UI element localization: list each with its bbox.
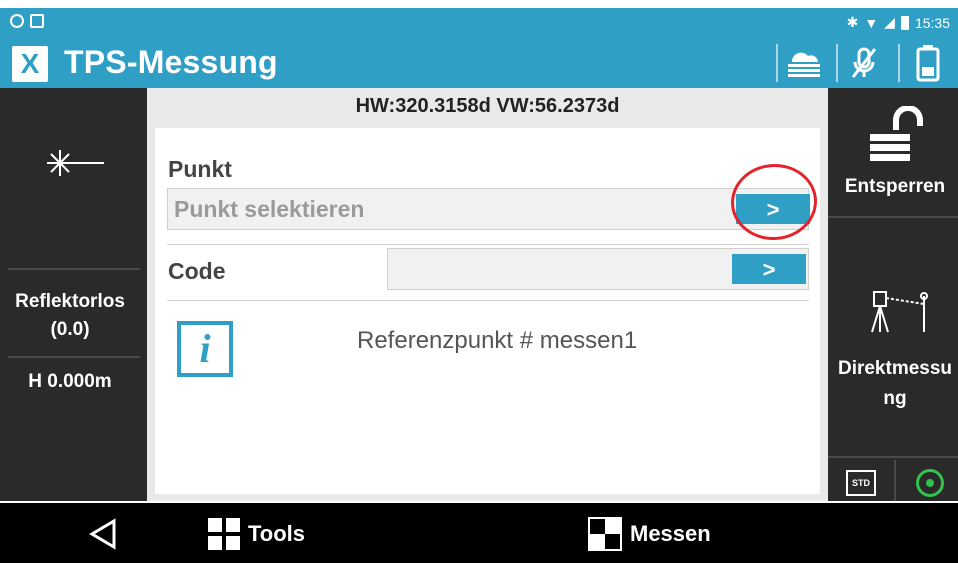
- punkt-select-field[interactable]: Punkt selektieren: [167, 188, 809, 230]
- bottom-nav: Tools Messen: [0, 503, 958, 563]
- punkt-select-button[interactable]: >: [736, 194, 810, 224]
- info-message: Referenzpunkt # messen1: [357, 327, 638, 354]
- back-icon[interactable]: [86, 517, 120, 551]
- unlock-icon[interactable]: [866, 105, 926, 162]
- status-bar: ✱ ▼ ◢ 15:35: [0, 8, 958, 38]
- tools-button[interactable]: Tools: [208, 517, 305, 551]
- code-select-button[interactable]: >: [732, 254, 806, 284]
- app-window: ✱ ▼ ◢ 15:35 X TPS-Messung Reflektorlos (…: [0, 0, 958, 563]
- weather-icon[interactable]: [782, 44, 826, 82]
- main-panel: Punkt Punkt selektieren > Code > i Refer…: [147, 124, 828, 501]
- std-mode-icon[interactable]: STD: [846, 470, 876, 496]
- punkt-label: Punkt: [168, 156, 232, 182]
- instrument-height-button[interactable]: H 0.000m: [0, 371, 140, 393]
- right-rail: Entsperren Direktmessu ng STD: [828, 88, 958, 501]
- app-header: X TPS-Messung: [0, 38, 958, 88]
- app-logo-icon: X: [12, 46, 48, 82]
- angle-readout: HW:320.3158d VW:56.2373d: [147, 88, 828, 124]
- direct-measure-button[interactable]: Direktmessu ng: [832, 354, 958, 414]
- tools-grid-icon: [208, 518, 240, 550]
- total-station-icon[interactable]: [868, 286, 934, 336]
- status-time: 15:35: [914, 14, 950, 31]
- bluetooth-icon: ✱: [846, 14, 859, 30]
- code-label: Code: [168, 258, 226, 284]
- left-rail: Reflektorlos (0.0) H 0.000m: [0, 88, 147, 501]
- laser-icon[interactable]: [42, 148, 106, 178]
- notification-icon: [30, 14, 44, 28]
- reflector-mode-button[interactable]: Reflektorlos (0.0): [0, 288, 140, 344]
- wifi-icon: ▼: [864, 14, 879, 31]
- target-status-icon[interactable]: [916, 469, 944, 497]
- info-icon: i: [177, 321, 233, 377]
- eye-icon: [10, 14, 24, 28]
- messen-button[interactable]: Messen: [588, 517, 711, 551]
- battery-icon: [900, 15, 909, 30]
- signal-icon: ◢: [884, 14, 895, 30]
- unlock-button[interactable]: Entsperren: [832, 172, 958, 202]
- form-card: Punkt Punkt selektieren > Code > i Refer…: [155, 128, 820, 494]
- page-title: TPS-Messung: [64, 44, 278, 80]
- messen-target-icon: [588, 517, 622, 551]
- device-battery-icon[interactable]: [906, 44, 950, 82]
- mic-off-icon[interactable]: [842, 44, 886, 82]
